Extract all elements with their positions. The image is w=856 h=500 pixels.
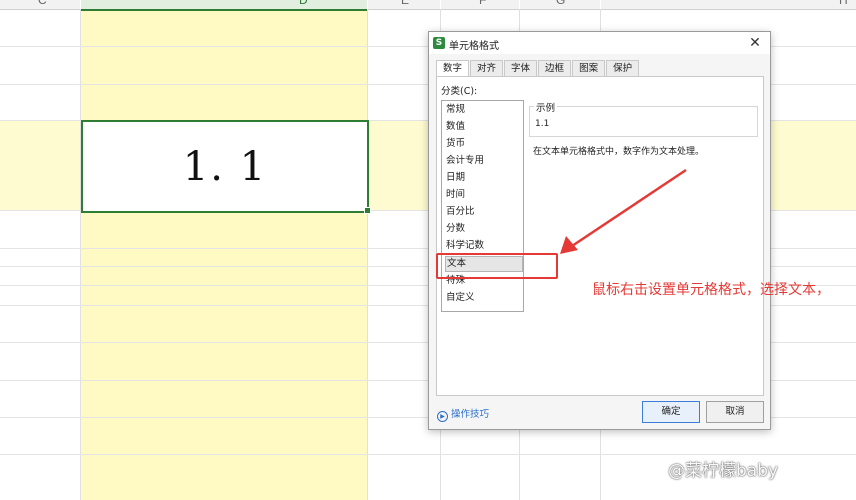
annotation-text: 鼠标右击设置单元格格式，选择文本，	[592, 282, 830, 298]
watermark: @菜柠檬baby	[668, 461, 779, 481]
annotation-arrow	[560, 168, 687, 254]
